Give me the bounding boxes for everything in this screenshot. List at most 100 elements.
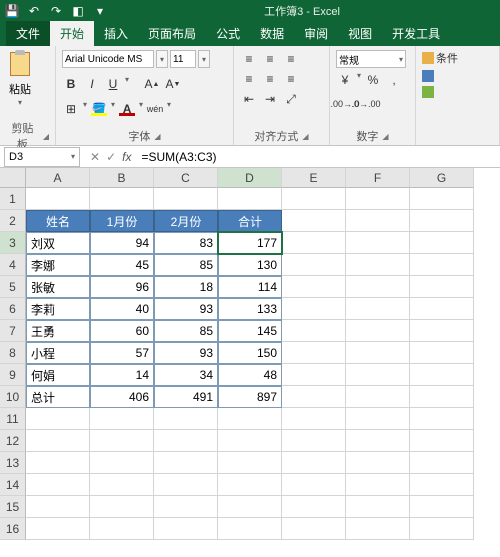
spreadsheet-grid[interactable]: ABCDEFG12姓名1月份2月份合计3刘双94831774李娜45851305… bbox=[0, 168, 500, 540]
row-header-5[interactable]: 5 bbox=[0, 276, 26, 298]
cell-C11[interactable] bbox=[154, 408, 218, 430]
table-cell[interactable]: 130 bbox=[218, 254, 282, 276]
italic-button[interactable]: I bbox=[83, 75, 101, 93]
cell-G15[interactable] bbox=[410, 496, 474, 518]
cell-F11[interactable] bbox=[346, 408, 410, 430]
tab-data[interactable]: 数据 bbox=[250, 21, 294, 46]
undo-icon[interactable]: ↶ bbox=[26, 3, 42, 19]
table-cell[interactable]: 14 bbox=[90, 364, 154, 386]
column-header-F[interactable]: F bbox=[346, 168, 410, 188]
cell-A15[interactable] bbox=[26, 496, 90, 518]
cell-F13[interactable] bbox=[346, 452, 410, 474]
table-cell[interactable]: 45 bbox=[90, 254, 154, 276]
table-cell[interactable]: 48 bbox=[218, 364, 282, 386]
column-header-D[interactable]: D bbox=[218, 168, 282, 188]
name-box[interactable]: D3▾ bbox=[4, 147, 80, 167]
font-color-button[interactable]: A bbox=[118, 100, 136, 118]
row-header-14[interactable]: 14 bbox=[0, 474, 26, 496]
cell-C15[interactable] bbox=[154, 496, 218, 518]
cell-G3[interactable] bbox=[410, 232, 474, 254]
column-header-B[interactable]: B bbox=[90, 168, 154, 188]
cell-E3[interactable] bbox=[282, 232, 346, 254]
cell-G1[interactable] bbox=[410, 188, 474, 210]
tab-insert[interactable]: 插入 bbox=[94, 21, 138, 46]
cell-F10[interactable] bbox=[346, 386, 410, 408]
cell-D1[interactable] bbox=[218, 188, 282, 210]
decrease-decimal-button[interactable]: .0→.00 bbox=[357, 95, 375, 113]
table-cell[interactable]: 张敏 bbox=[26, 276, 90, 298]
cell-F9[interactable] bbox=[346, 364, 410, 386]
phonetic-dropdown-icon[interactable]: ▾ bbox=[167, 100, 171, 118]
font-name-input[interactable] bbox=[62, 50, 154, 68]
cell-F16[interactable] bbox=[346, 518, 410, 540]
tab-review[interactable]: 审阅 bbox=[294, 21, 338, 46]
cell-F14[interactable] bbox=[346, 474, 410, 496]
cell-C14[interactable] bbox=[154, 474, 218, 496]
table-cell[interactable]: 93 bbox=[154, 342, 218, 364]
conditional-formatting-button[interactable]: 条件 bbox=[422, 50, 458, 66]
cell-F3[interactable] bbox=[346, 232, 410, 254]
align-left-button[interactable]: ≡ bbox=[240, 70, 258, 88]
cell-F15[interactable] bbox=[346, 496, 410, 518]
table-cell[interactable]: 李娜 bbox=[26, 254, 90, 276]
paste-button[interactable]: 粘贴 ▾ bbox=[6, 50, 34, 107]
table-cell[interactable]: 897 bbox=[218, 386, 282, 408]
row-header-3[interactable]: 3 bbox=[0, 232, 26, 254]
cell-B15[interactable] bbox=[90, 496, 154, 518]
cell-E16[interactable] bbox=[282, 518, 346, 540]
cell-styles-button[interactable] bbox=[422, 86, 434, 98]
clipboard-launcher-icon[interactable]: ◢ bbox=[43, 132, 49, 141]
decrease-font-button[interactable]: A▼ bbox=[164, 75, 182, 93]
cell-D14[interactable] bbox=[218, 474, 282, 496]
table-cell[interactable]: 96 bbox=[90, 276, 154, 298]
cell-B12[interactable] bbox=[90, 430, 154, 452]
select-all-corner[interactable] bbox=[0, 168, 26, 188]
cell-A11[interactable] bbox=[26, 408, 90, 430]
table-cell[interactable]: 王勇 bbox=[26, 320, 90, 342]
row-header-2[interactable]: 2 bbox=[0, 210, 26, 232]
cell-E7[interactable] bbox=[282, 320, 346, 342]
cell-E10[interactable] bbox=[282, 386, 346, 408]
cell-F5[interactable] bbox=[346, 276, 410, 298]
align-top-button[interactable]: ≡ bbox=[240, 50, 258, 68]
orientation-button[interactable]: ⤢ bbox=[282, 90, 300, 108]
cell-F6[interactable] bbox=[346, 298, 410, 320]
table-cell[interactable]: 150 bbox=[218, 342, 282, 364]
tab-developer[interactable]: 开发工具 bbox=[382, 21, 450, 46]
alignment-launcher-icon[interactable]: ◢ bbox=[302, 132, 308, 141]
table-cell[interactable]: 114 bbox=[218, 276, 282, 298]
cell-A12[interactable] bbox=[26, 430, 90, 452]
underline-button[interactable]: U bbox=[104, 75, 122, 93]
cell-E1[interactable] bbox=[282, 188, 346, 210]
formula-bar-input[interactable] bbox=[137, 150, 500, 164]
cell-D16[interactable] bbox=[218, 518, 282, 540]
cell-F1[interactable] bbox=[346, 188, 410, 210]
column-header-A[interactable]: A bbox=[26, 168, 90, 188]
table-cell[interactable]: 总计 bbox=[26, 386, 90, 408]
fill-color-button[interactable]: 🪣 bbox=[90, 100, 108, 118]
column-header-G[interactable]: G bbox=[410, 168, 474, 188]
paste-dropdown-icon[interactable]: ▾ bbox=[18, 98, 22, 107]
cell-G16[interactable] bbox=[410, 518, 474, 540]
cell-B16[interactable] bbox=[90, 518, 154, 540]
row-header-6[interactable]: 6 bbox=[0, 298, 26, 320]
cell-E11[interactable] bbox=[282, 408, 346, 430]
font-launcher-icon[interactable]: ◢ bbox=[154, 132, 160, 141]
format-table-button[interactable] bbox=[422, 70, 434, 82]
cell-C1[interactable] bbox=[154, 188, 218, 210]
percent-button[interactable]: % bbox=[364, 71, 382, 89]
cell-F7[interactable] bbox=[346, 320, 410, 342]
font-color-dropdown-icon[interactable]: ▾ bbox=[139, 100, 143, 118]
align-right-button[interactable]: ≡ bbox=[282, 70, 300, 88]
phonetic-button[interactable]: wén bbox=[146, 100, 164, 118]
table-cell[interactable]: 85 bbox=[154, 320, 218, 342]
touch-mode-icon[interactable]: ◧ bbox=[70, 3, 86, 19]
cell-G8[interactable] bbox=[410, 342, 474, 364]
table-cell[interactable]: 刘双 bbox=[26, 232, 90, 254]
row-header-10[interactable]: 10 bbox=[0, 386, 26, 408]
row-header-9[interactable]: 9 bbox=[0, 364, 26, 386]
cell-G12[interactable] bbox=[410, 430, 474, 452]
tab-view[interactable]: 视图 bbox=[338, 21, 382, 46]
cell-A14[interactable] bbox=[26, 474, 90, 496]
cell-B14[interactable] bbox=[90, 474, 154, 496]
